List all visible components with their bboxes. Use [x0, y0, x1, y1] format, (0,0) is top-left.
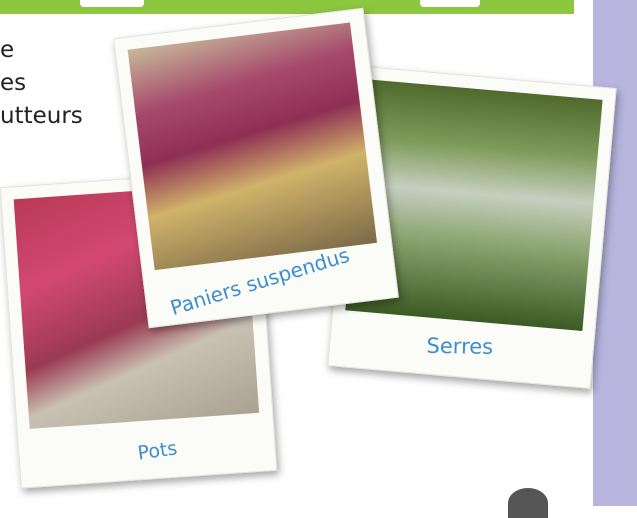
banner-letter-fragment — [80, 0, 144, 7]
banner-letter-fragment — [420, 0, 480, 7]
body-text: e es utteurs — [0, 34, 130, 133]
photo-hanging-basket — [127, 22, 378, 271]
body-text-line: es — [0, 70, 27, 96]
caption-serres: Serres — [426, 333, 494, 359]
decorative-ornament — [508, 488, 548, 518]
body-text-line: utteurs — [0, 103, 83, 129]
polaroid-paniers-suspendus: Paniers suspendus — [113, 7, 399, 329]
body-text-line: e — [0, 37, 15, 63]
top-banner — [0, 0, 574, 14]
caption-pots: Pots — [136, 437, 179, 465]
